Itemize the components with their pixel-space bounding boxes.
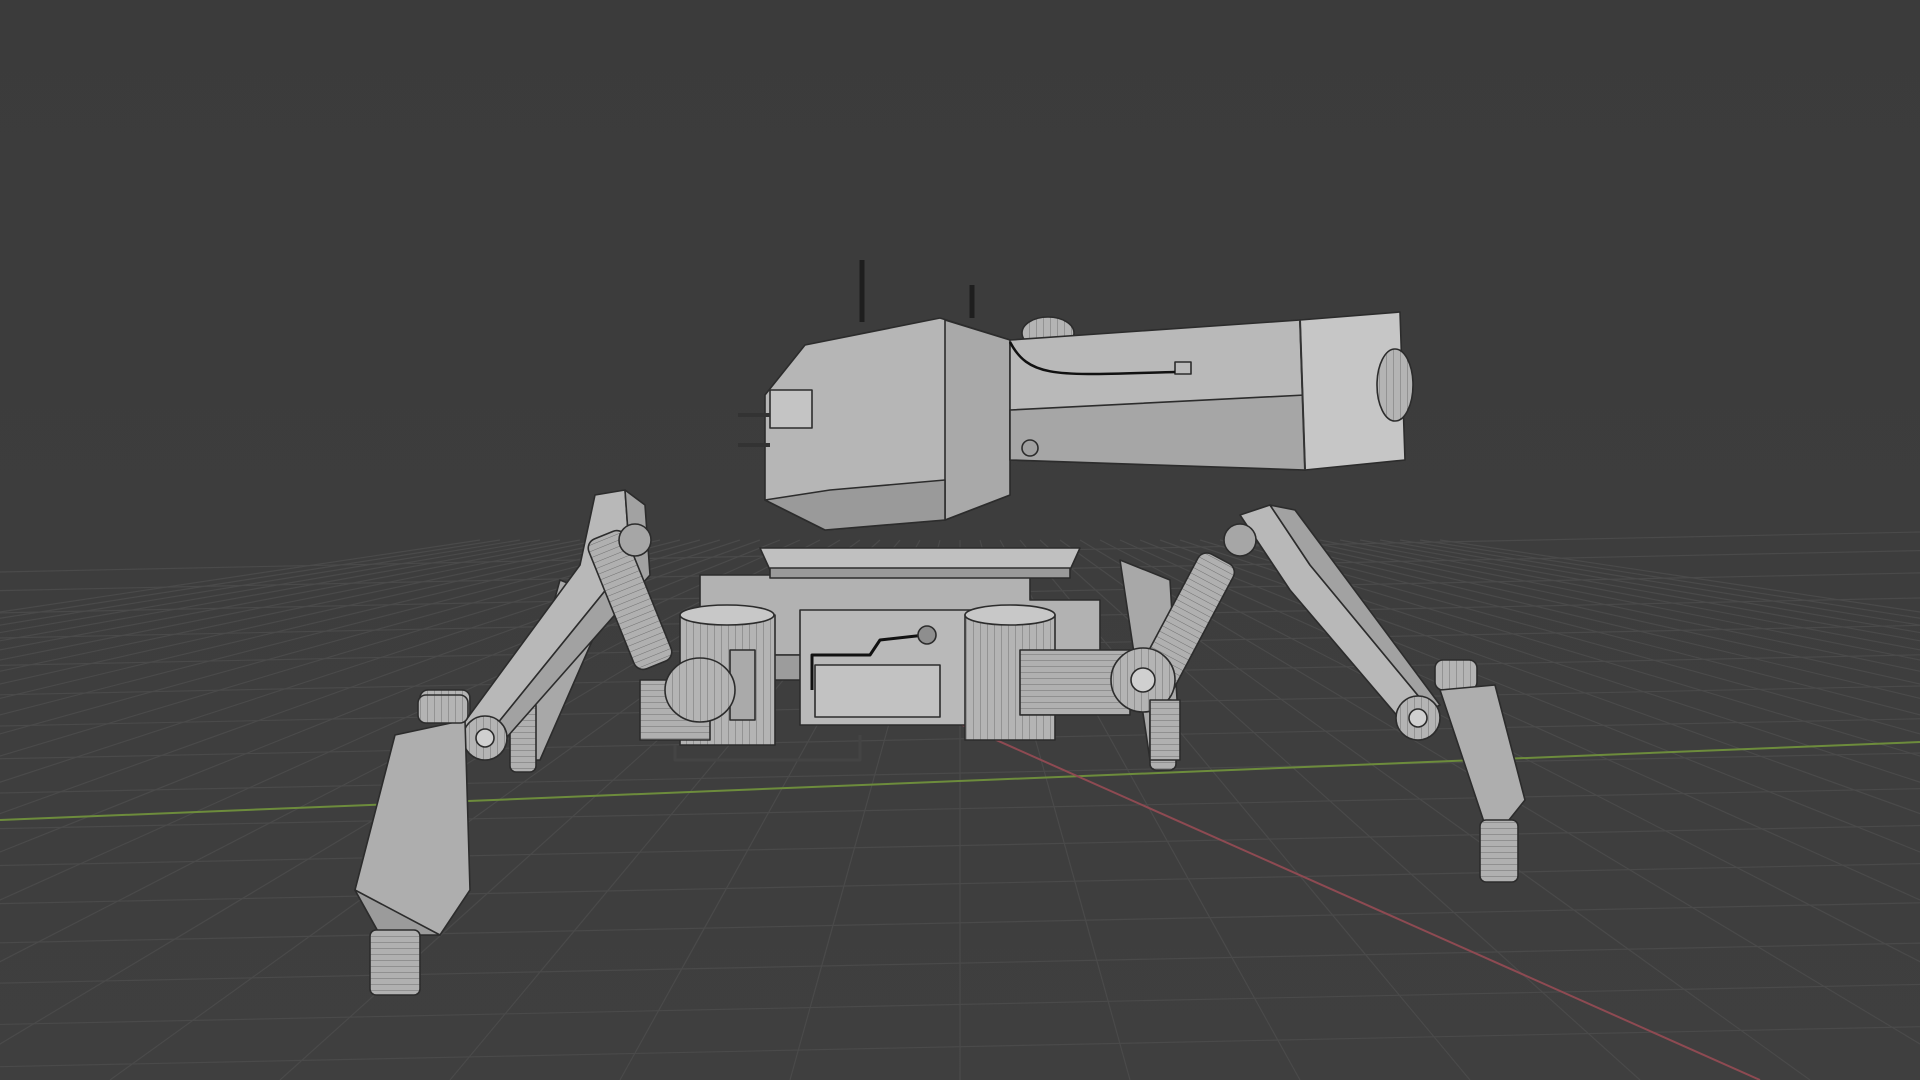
turret-base xyxy=(759,547,1081,579)
3d-viewport[interactable] xyxy=(0,0,1920,1080)
cannon-barrel xyxy=(1008,311,1414,471)
